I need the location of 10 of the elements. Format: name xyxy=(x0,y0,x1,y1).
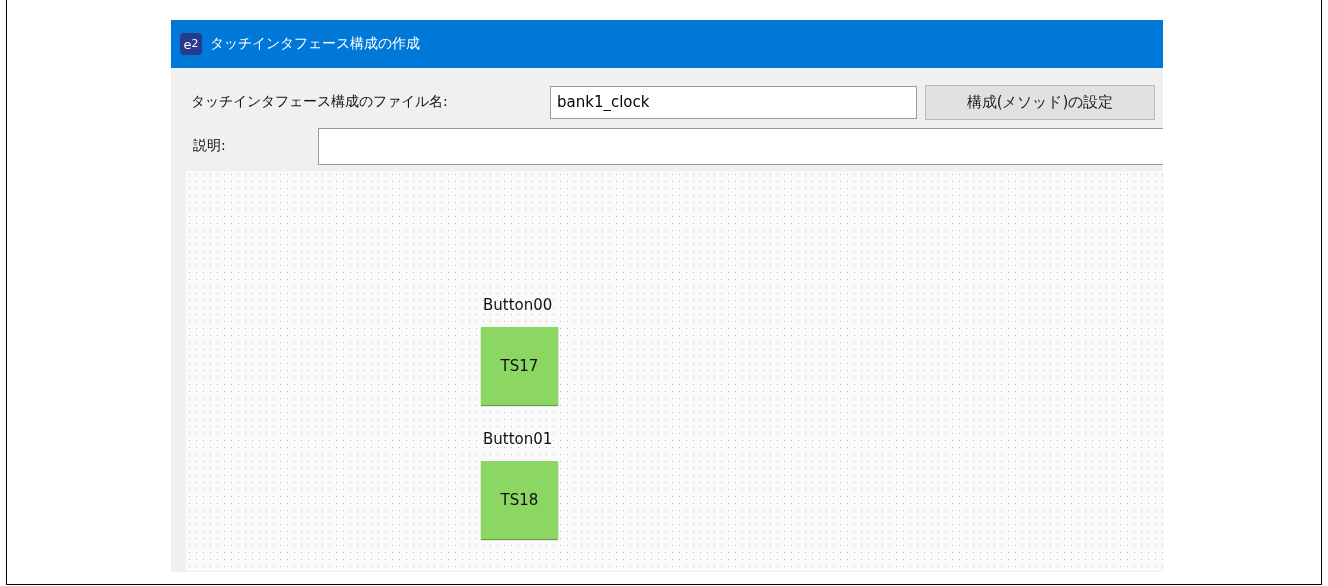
touch-button-block[interactable]: TS18 xyxy=(481,461,558,539)
file-name-label: タッチインタフェース構成のファイル名: xyxy=(191,93,449,111)
button-name-label: Button01 xyxy=(483,430,553,448)
touch-button-block[interactable]: TS17 xyxy=(481,327,558,405)
description-label: 説明: xyxy=(193,137,227,155)
window-title: タッチインタフェース構成の作成 xyxy=(210,35,420,53)
file-name-field[interactable]: bank1_clock xyxy=(550,85,917,119)
button-name-label: Button00 xyxy=(483,296,553,314)
method-settings-button[interactable]: 構成(メソッド)の設定 xyxy=(925,84,1155,120)
description-field[interactable] xyxy=(318,127,1163,165)
